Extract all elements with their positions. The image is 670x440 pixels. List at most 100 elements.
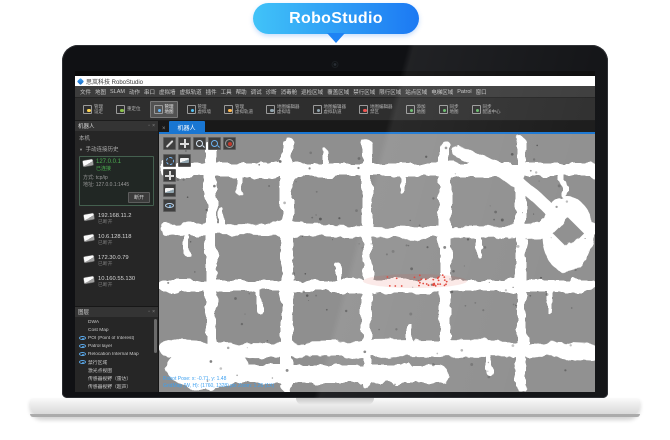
layers-panel-header: 图层 ▫ ×	[75, 307, 158, 317]
app-logo-icon	[77, 77, 84, 84]
menu-item[interactable]: Patrol	[457, 89, 471, 95]
toolbar-button-icon	[472, 105, 481, 114]
robot-icon	[180, 158, 189, 163]
menu-item[interactable]: 工具	[221, 88, 232, 96]
toolbar-button[interactable]: 同步 地图	[435, 101, 463, 118]
pin-icon[interactable]: ▫	[148, 124, 150, 129]
pan-tool-button[interactable]	[163, 169, 176, 182]
menu-item[interactable]: 窗口	[476, 88, 487, 96]
rotate-tool-button[interactable]	[163, 154, 176, 167]
layers-scrollbar[interactable]	[154, 319, 157, 353]
robots-list: 本机 ▼ 手动连接历史 127.0.0.1	[75, 131, 158, 306]
move-tool-button[interactable]	[178, 137, 191, 150]
menu-item[interactable]: 插件	[206, 88, 217, 96]
robot-device-icon	[84, 213, 95, 221]
map-canvas[interactable]: Robot Pose: x: -0.71, y: 1.48 GridMap (W…	[159, 134, 595, 392]
eye-icon[interactable]	[79, 344, 86, 348]
menu-item[interactable]: 虚拟轨道	[180, 88, 202, 96]
toolbar-button[interactable]: 重定位	[112, 102, 145, 117]
layer-row[interactable]: Cost Map	[75, 326, 158, 334]
product-badge-label: RoboStudio	[289, 10, 383, 28]
toolbar-button[interactable]: 添加 地图	[402, 101, 430, 118]
toolbar-button-icon	[313, 105, 322, 114]
menu-item[interactable]: 限行区域	[379, 88, 401, 96]
toolbar-button[interactable]: 管理 虚拟墙	[183, 101, 216, 118]
menu-item[interactable]: 禁行区域	[353, 88, 375, 96]
menu-item[interactable]: 站点区域	[405, 88, 427, 96]
layer-row[interactable]: Relocation Internal Map	[75, 350, 158, 358]
menu-item[interactable]: 虚拟墙	[159, 88, 176, 96]
menu-item[interactable]: 消毒舱	[281, 88, 298, 96]
follow-robot-button[interactable]	[163, 184, 176, 197]
connected-robot-card[interactable]: 127.0.0.1 已连接 方式: tcp/ip 地址: 127.0.0.1:1…	[79, 156, 154, 206]
layer-row[interactable]: 激光点视图	[75, 366, 158, 374]
robot-list-item[interactable]: 192.168.11.2 已断开	[75, 209, 158, 230]
product-badge: RoboStudio	[253, 3, 419, 34]
toolbar-button[interactable]: 管理 虚拟轨道	[220, 101, 257, 118]
toolbar-button-icon	[116, 105, 125, 114]
local-robot-label[interactable]: 本机	[75, 131, 158, 143]
menu-item[interactable]: 调试	[251, 88, 262, 96]
disconnect-button[interactable]: 断开	[128, 192, 150, 203]
robot-status: 已连接	[96, 166, 121, 172]
robot-list-item[interactable]: 10.6.128.118 已断开	[75, 230, 158, 251]
menu-item[interactable]: 文件	[80, 88, 91, 96]
toolbar-button[interactable]: 地图编辑器 虚拟轨道	[309, 101, 351, 118]
robot-list-item[interactable]: 10.160.55.130 已断开	[75, 272, 158, 293]
record-button[interactable]	[223, 137, 236, 150]
menu-item[interactable]: 电梯区域	[431, 88, 453, 96]
menu-item[interactable]: 动作	[129, 88, 140, 96]
visibility-button[interactable]	[163, 199, 176, 212]
menu-item[interactable]: SLAM	[110, 89, 125, 95]
close-icon[interactable]: ×	[152, 124, 155, 129]
robot-list-item[interactable]: 172.30.0.79 已断开	[75, 251, 158, 272]
layer-row[interactable]: Patrol layer	[75, 342, 158, 350]
zoom-in-button[interactable]	[208, 137, 221, 150]
toolbar-button-icon	[224, 105, 233, 114]
robots-panel-title: 机器人	[78, 122, 146, 130]
zoom-out-button[interactable]	[193, 137, 206, 150]
close-icon[interactable]: ×	[152, 310, 155, 315]
eye-icon[interactable]	[79, 336, 86, 340]
toolbar: 管理 设定 重定位	[75, 97, 595, 121]
toolbar-button-label: 地图编辑器 禁区	[370, 104, 393, 115]
toolbar-button-label: 同步 配送中心	[483, 104, 501, 115]
tab-close-icon[interactable]: ×	[159, 126, 169, 134]
measure-tool-button[interactable]	[163, 137, 176, 150]
occupancy-map[interactable]	[159, 134, 595, 392]
toolbar-button-label: 地图编辑器 虚拟墙	[277, 104, 300, 115]
toolbar-button[interactable]: 同步 配送中心	[468, 101, 505, 118]
robot-view-button[interactable]	[178, 154, 191, 167]
toolbar-button[interactable]: 管理 地图	[150, 101, 178, 118]
map-status-overlay: Robot Pose: x: -0.71, y: 1.48 GridMap (W…	[163, 376, 274, 390]
menu-item[interactable]: 帮助	[236, 88, 247, 96]
toolbar-button[interactable]: 地图编辑器 虚拟墙	[262, 101, 304, 118]
toolbar-button-label: 管理 虚拟墙	[198, 104, 212, 115]
gridmap-info-text: GridMap (W, H): (1760, 1328) pix Zoom: 1…	[163, 383, 274, 390]
robot-pose-text: Robot Pose: x: -0.71, y: 1.48	[163, 376, 274, 383]
eye-icon[interactable]	[79, 360, 86, 364]
window-titlebar[interactable]: 思岚科技 RoboStudio	[75, 76, 595, 86]
menu-item[interactable]: 串口	[144, 88, 155, 96]
menu-item[interactable]: 诊断	[266, 88, 277, 96]
sidebar: 机器人 ▫ × 本机 ▼ 手动连接历史	[75, 121, 159, 392]
layer-row[interactable]: 传感器视野（雷达）	[75, 374, 158, 382]
layer-row[interactable]: DWA	[75, 318, 158, 326]
menu-item[interactable]: 地图	[95, 88, 106, 96]
toolbar-button[interactable]: 管理 设定	[79, 101, 107, 118]
eye-icon[interactable]	[79, 352, 86, 356]
layer-row[interactable]: 禁行区域	[75, 358, 158, 366]
layer-row[interactable]: POI (Point of Interest)	[75, 334, 158, 342]
menu-item[interactable]: 巡检区域	[301, 88, 323, 96]
map-area: × 机器人	[159, 121, 595, 392]
robot-ip: 127.0.0.1	[96, 159, 121, 166]
ruler-icon	[166, 140, 173, 147]
pin-icon[interactable]: ▫	[148, 310, 150, 315]
map-tab[interactable]: 机器人	[169, 121, 205, 134]
menu-item[interactable]: 覆盖区域	[327, 88, 349, 96]
menu-bar: 文件地图 SLAM 动作串口虚拟墙虚拟轨道插件工具帮助调试诊断消毒舱巡检区域覆盖区域…	[75, 86, 595, 97]
eye-icon	[165, 203, 174, 208]
toolbar-button[interactable]: 地图编辑器 禁区	[355, 101, 397, 118]
layer-row[interactable]: 传感器视野（超声）	[75, 382, 158, 390]
history-section-label[interactable]: ▼ 手动连接历史	[75, 143, 158, 155]
